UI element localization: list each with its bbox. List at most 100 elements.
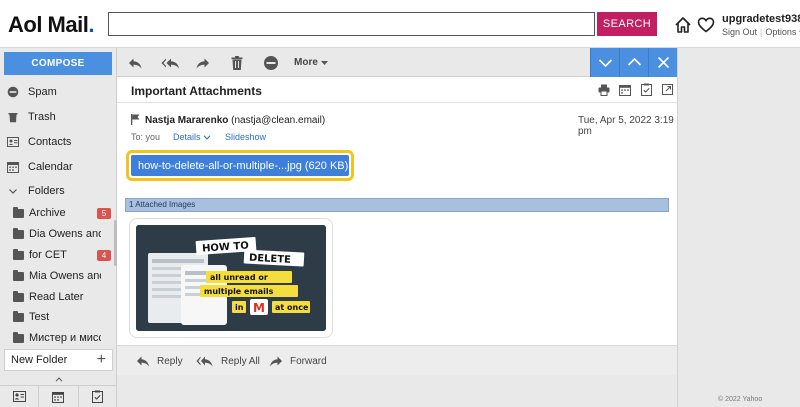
- print-icon[interactable]: [598, 84, 610, 96]
- sidebar-item-label: Calendar: [28, 161, 73, 173]
- logo-text: Aol Mail: [8, 12, 89, 37]
- spam-icon: [7, 86, 19, 98]
- chevron-up-icon: [627, 57, 642, 66]
- contacts-icon: [7, 137, 19, 147]
- username[interactable]: upgradetest938: [722, 13, 800, 25]
- search-input[interactable]: [108, 12, 595, 36]
- sidebar: COMPOSE Spam Trash Contacts Calendar Fol…: [0, 48, 117, 407]
- sidebar-item-spam[interactable]: Spam: [0, 81, 117, 103]
- thumbnail-line5-post: at once: [275, 303, 309, 312]
- reply-button[interactable]: Reply: [136, 355, 183, 367]
- chevron-down-icon: [203, 135, 211, 140]
- tab-calendar[interactable]: [39, 386, 79, 407]
- spam-icon[interactable]: [263, 55, 279, 71]
- sidebar-item-folders[interactable]: Folders: [0, 180, 117, 202]
- details-label: Details: [173, 132, 201, 142]
- slideshow-link[interactable]: Slideshow: [225, 132, 266, 142]
- reply-icon[interactable]: [127, 55, 143, 71]
- folder-icon: [13, 290, 24, 302]
- folder-label: Test: [29, 311, 50, 323]
- compose-button[interactable]: COMPOSE: [4, 52, 112, 75]
- logo-dot: .: [88, 12, 94, 37]
- calendar-icon[interactable]: [619, 84, 631, 96]
- details-toggle[interactable]: Details: [173, 132, 211, 142]
- attached-images-bar: 1 Attached Images: [125, 198, 669, 212]
- close-message-button[interactable]: [648, 48, 677, 77]
- clipboard-check-icon[interactable]: [641, 83, 652, 96]
- folder-icon: [13, 206, 24, 218]
- image-thumbnail[interactable]: HOW TO DELETE all unread or multiple ema…: [129, 218, 333, 338]
- heart-icon[interactable]: [697, 16, 715, 34]
- options-link[interactable]: Options: [765, 27, 796, 37]
- thumbnail-line4: multiple emails: [204, 287, 274, 296]
- thumbnail-image: HOW TO DELETE all unread or multiple ema…: [136, 225, 326, 331]
- folder-label: Archive: [29, 207, 66, 219]
- sidebar-item-calendar[interactable]: Calendar: [0, 156, 117, 178]
- sender-email: (nastja@clean.email): [231, 115, 326, 126]
- folder-item-archive[interactable]: Archive 5: [0, 203, 117, 223]
- sign-out-link[interactable]: Sign Out: [722, 27, 757, 37]
- previous-message-button[interactable]: [619, 48, 648, 77]
- aol-mail-logo[interactable]: Aol Mail.: [8, 12, 94, 38]
- folder-icon: [13, 227, 24, 239]
- subject-bar: Important Attachments: [117, 77, 677, 103]
- flag-icon[interactable]: [131, 114, 140, 125]
- sidebar-item-contacts[interactable]: Contacts: [0, 131, 117, 153]
- trash-icon[interactable]: [229, 55, 245, 71]
- contacts-icon: [12, 391, 26, 402]
- add-folder-button[interactable]: +: [97, 351, 106, 369]
- folder-item-read-later[interactable]: Read Later: [0, 287, 117, 307]
- next-message-button[interactable]: [590, 48, 619, 77]
- sidebar-bottom-tabs: [0, 385, 117, 407]
- more-menu[interactable]: More: [294, 57, 328, 68]
- sidebar-item-label: Contacts: [28, 136, 72, 148]
- reply-bar: Reply Reply All Forward: [117, 345, 677, 375]
- sender[interactable]: Nastja Mararenko (nastja@clean.email): [145, 115, 325, 126]
- calendar-icon: [52, 391, 65, 403]
- folder-item-mister[interactable]: Мистер и мисс...: [0, 328, 117, 348]
- folder-item-dia-owens[interactable]: Dia Owens and ...: [0, 224, 117, 244]
- forward-icon[interactable]: [195, 55, 211, 71]
- message-footer: [117, 375, 677, 407]
- message-subject: Important Attachments: [131, 84, 262, 98]
- folder-item-mia-owens[interactable]: Mia Owens and...: [0, 266, 117, 286]
- folder-item-test[interactable]: Test: [0, 307, 117, 327]
- folder-icon: [13, 269, 24, 281]
- folder-label: Мистер и мисс...: [29, 332, 101, 344]
- close-icon: [657, 56, 670, 69]
- more-label: More: [294, 57, 318, 68]
- reply-all-icon[interactable]: [161, 55, 181, 71]
- thumbnail-line2: DELETE: [249, 253, 292, 266]
- sidebar-item-label: Folders: [28, 185, 65, 197]
- open-external-icon[interactable]: [662, 84, 673, 95]
- reply-icon: [137, 356, 149, 367]
- folder-label: for CET: [29, 249, 67, 261]
- unread-badge: 5: [97, 208, 111, 219]
- new-folder-input[interactable]: New Folder +: [4, 349, 113, 371]
- copyright: © 2022 Yahoo: [718, 396, 763, 403]
- folder-icon: [13, 331, 24, 343]
- sidebar-item-trash[interactable]: Trash: [0, 106, 117, 128]
- forward-icon: [270, 356, 282, 367]
- reply-label: Reply: [157, 355, 183, 367]
- attachment-chip[interactable]: how-to-delete-all-or-multiple-...jpg (62…: [126, 150, 354, 181]
- search-button[interactable]: SEARCH: [597, 12, 657, 36]
- chevron-up-icon[interactable]: [55, 377, 63, 382]
- folder-item-for-cet[interactable]: for CET 4: [0, 245, 117, 265]
- folder-label: Dia Owens and ...: [29, 228, 101, 240]
- attachment-name: how-to-delete-all-or-multiple-...jpg (62…: [131, 155, 349, 176]
- sidebar-item-label: Spam: [28, 86, 57, 98]
- home-icon[interactable]: [674, 16, 692, 34]
- tab-contacts[interactable]: [0, 386, 40, 407]
- tab-tasks[interactable]: [79, 386, 117, 407]
- separator: |: [760, 27, 763, 37]
- forward-button[interactable]: Forward: [269, 355, 327, 367]
- new-folder-label: New Folder: [11, 354, 68, 366]
- recipient-line: To: you: [131, 132, 161, 142]
- user-links: Sign Out | Options: [722, 27, 800, 37]
- clipboard-check-icon: [92, 390, 104, 403]
- reply-all-button[interactable]: Reply All: [196, 355, 260, 367]
- folder-label: Mia Owens and...: [29, 270, 101, 282]
- forward-label: Forward: [290, 355, 327, 367]
- reply-all-icon: [196, 356, 213, 367]
